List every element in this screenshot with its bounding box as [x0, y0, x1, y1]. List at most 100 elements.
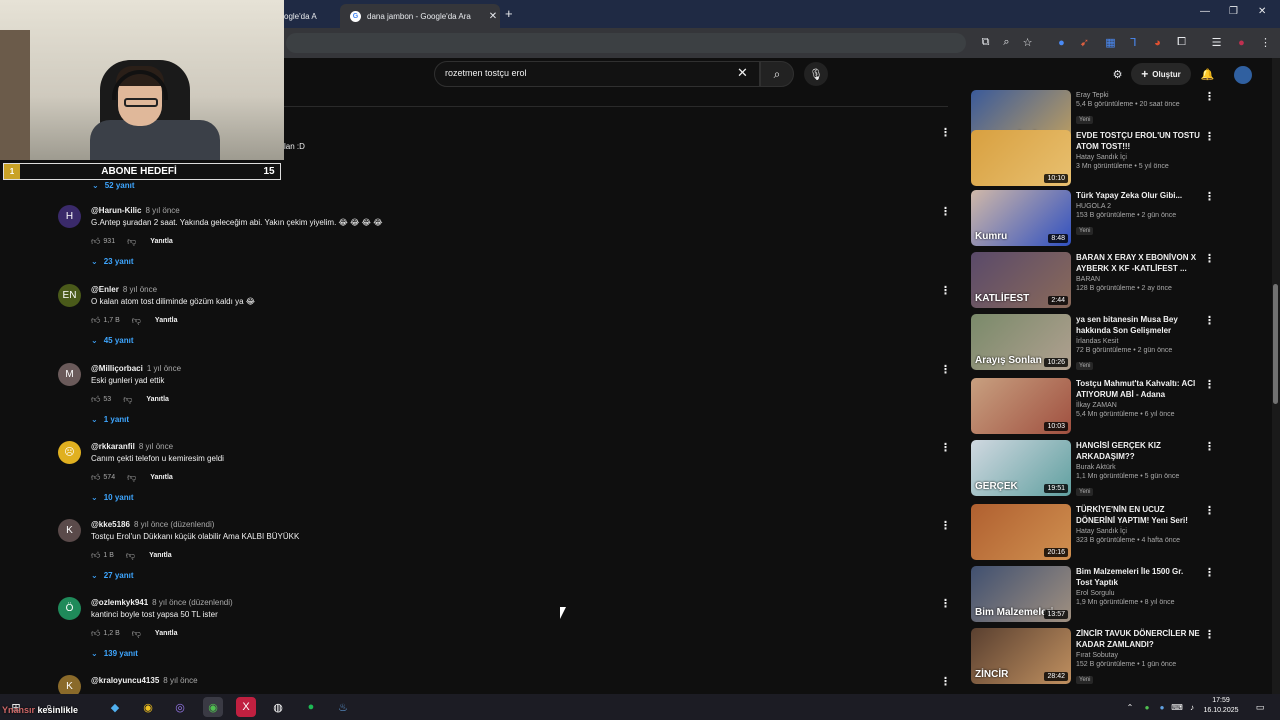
- replies-toggle[interactable]: ⌄ 139 yanıt: [91, 649, 138, 658]
- comment-time[interactable]: 8 yıl önce (düzenlendi): [134, 520, 215, 529]
- dislike-icon[interactable]: 👎︎: [123, 394, 132, 405]
- comment-menu-icon[interactable]: ⋮: [940, 284, 951, 297]
- comment-author[interactable]: @kke5186: [91, 520, 130, 529]
- comment-author[interactable]: @ozlemkyk941: [91, 598, 148, 607]
- channel-name[interactable]: Erol Sorgulu: [1076, 590, 1200, 597]
- comment-time[interactable]: 8 yıl önce (düzenlendi): [152, 598, 233, 607]
- comment-avatar[interactable]: ☹: [58, 441, 81, 464]
- related-video[interactable]: 10:03 Tostçu Mahmut'ta Kahvaltı: ACI ATIY…: [970, 378, 1220, 436]
- browser-tab-dana-jambon[interactable]: G dana jambon - Google'da Ara ✕: [340, 4, 500, 28]
- comment-author[interactable]: @Enler: [91, 285, 119, 294]
- video-title[interactable]: Türk Yapay Zeka Olur Gibi...: [1076, 190, 1200, 201]
- channel-name[interactable]: Eray Tepki: [1076, 92, 1200, 99]
- video-thumbnail[interactable]: Bim Malzemeleri 13:57: [971, 566, 1071, 622]
- like-icon[interactable]: 👍︎: [91, 472, 100, 483]
- new-tab-button[interactable]: +: [505, 6, 513, 21]
- video-thumbnail[interactable]: Arayış Sonlan 10:26: [971, 314, 1071, 370]
- video-title[interactable]: Tostçu Mahmut'ta Kahvaltı: ACI ATIYORUM …: [1076, 378, 1200, 400]
- related-video[interactable]: 10:10 EVDE TOSTÇU EROL'UN TOSTU ATOM TOST…: [970, 130, 1220, 188]
- reply-button[interactable]: Yanıtla: [155, 317, 178, 324]
- comment-author[interactable]: @Milliçorbaci: [91, 364, 143, 373]
- window-close-icon[interactable]: ✕: [1258, 6, 1266, 17]
- related-video[interactable]: KATLİFEST 2:44 BARAN X ERAY X EBONİVON X A…: [970, 252, 1220, 310]
- copilot-icon[interactable]: ◆: [105, 697, 125, 717]
- comment-menu-icon[interactable]: ⋮: [940, 205, 951, 218]
- related-video[interactable]: Kumru 8:48 Türk Yapay Zeka Olur Gibi... HUG…: [970, 190, 1220, 248]
- video-menu-icon[interactable]: ⋮: [1204, 378, 1215, 391]
- comment-menu-icon[interactable]: ⋮: [940, 441, 951, 454]
- video-thumbnail[interactable]: KATLİFEST 2:44: [971, 252, 1071, 308]
- reply-button[interactable]: Yanıtla: [149, 552, 172, 559]
- video-menu-icon[interactable]: ⋮: [1204, 628, 1215, 641]
- video-title[interactable]: ya sen bitanesin Musa Bey hakkında Son G…: [1076, 314, 1200, 336]
- video-thumbnail[interactable]: 20:16: [971, 504, 1071, 560]
- comment-avatar[interactable]: M: [58, 363, 81, 386]
- extension-icon[interactable]: ●: [1054, 35, 1069, 50]
- bookmark-star-icon[interactable]: ☆: [1020, 35, 1035, 50]
- video-thumbnail[interactable]: 10:03: [971, 378, 1071, 434]
- profile-avatar[interactable]: ●: [1234, 35, 1249, 50]
- notifications-bell-icon[interactable]: 🔔: [1200, 67, 1215, 82]
- related-video[interactable]: GERÇEK 19:51 HANGİSİ GERÇEK KIZ ARKADAŞIM?…: [970, 440, 1220, 498]
- comment-time[interactable]: 1 yıl önce: [147, 364, 181, 373]
- comment-menu-icon[interactable]: ⋮: [940, 363, 951, 376]
- replies-toggle[interactable]: ⌄ 27 yanıt: [91, 571, 134, 580]
- clear-search-icon[interactable]: ✕: [737, 65, 748, 81]
- translate-icon[interactable]: Ꞁ: [1126, 35, 1141, 50]
- restore-icon[interactable]: ❐: [1229, 6, 1238, 17]
- comment-time[interactable]: 8 yıl önce: [163, 676, 197, 685]
- replies-toggle[interactable]: ⌄ 52 yanıt: [92, 181, 135, 190]
- taskbar-clock[interactable]: 17:59 16.10.2025: [1196, 696, 1246, 716]
- scrollbar-thumb[interactable]: [1273, 284, 1278, 404]
- cast-icon[interactable]: ⚙: [1110, 67, 1125, 82]
- channel-name[interactable]: HUGOLA 2: [1076, 203, 1200, 210]
- reply-button[interactable]: Yanıtla: [150, 238, 173, 245]
- extension-icon[interactable]: ◕: [1150, 35, 1165, 50]
- extension-icon[interactable]: ➹: [1077, 35, 1092, 50]
- comment-avatar[interactable]: K: [58, 519, 81, 542]
- browser-menu-icon[interactable]: ⋮: [1258, 35, 1273, 50]
- extensions-puzzle-icon[interactable]: ⧠: [1174, 35, 1189, 50]
- like-icon[interactable]: 👍︎: [91, 550, 100, 561]
- tab-close-icon[interactable]: ✕: [486, 11, 500, 22]
- video-thumbnail[interactable]: GERÇEK 19:51: [971, 440, 1071, 496]
- video-thumbnail[interactable]: 10:10: [971, 130, 1071, 186]
- video-menu-icon[interactable]: ⋮: [1204, 440, 1215, 453]
- notification-center-icon[interactable]: ▭: [1250, 697, 1270, 717]
- chrome-active-icon[interactable]: ◉: [203, 697, 223, 717]
- video-title[interactable]: ZİNCİR TAVUK DÖNERCİLER NE KADAR ZAMLAND…: [1076, 628, 1200, 650]
- search-input[interactable]: rozetmen tostçu erol: [434, 61, 760, 87]
- comment-menu-icon[interactable]: ⋮: [940, 597, 951, 610]
- comment-time[interactable]: 8 yıl önce: [139, 442, 173, 451]
- create-button[interactable]: + Oluştur: [1131, 63, 1191, 85]
- channel-name[interactable]: İrlandas Kesit: [1076, 338, 1200, 345]
- video-menu-icon[interactable]: ⋮: [1204, 90, 1215, 103]
- dislike-icon[interactable]: 👎︎: [126, 550, 135, 561]
- video-title[interactable]: Bim Malzemeleri İle 1500 Gr. Tost Yaptık: [1076, 566, 1200, 588]
- comment-time[interactable]: 8 yıl önce: [145, 206, 179, 215]
- channel-name[interactable]: Hatay Sandık İçi: [1076, 154, 1200, 161]
- account-avatar[interactable]: [1234, 66, 1252, 84]
- video-menu-icon[interactable]: ⋮: [1204, 252, 1215, 265]
- comment-avatar[interactable]: EN: [58, 284, 81, 307]
- video-title[interactable]: EVDE TOSTÇU EROL'UN TOSTU ATOM TOST!!!: [1076, 130, 1200, 152]
- channel-name[interactable]: Hatay Sandık İçi: [1076, 528, 1200, 535]
- video-menu-icon[interactable]: ⋮: [1204, 566, 1215, 579]
- channel-name[interactable]: İlkay ZAMAN: [1076, 402, 1200, 409]
- dislike-icon[interactable]: 👎︎: [127, 472, 136, 483]
- extension-icon[interactable]: ▦: [1103, 35, 1118, 50]
- like-icon[interactable]: 👍︎: [91, 394, 100, 405]
- like-icon[interactable]: 👍︎: [91, 628, 100, 639]
- cast-icon[interactable]: ⧉: [978, 35, 993, 50]
- comment-author[interactable]: @kraloyuncu4135: [91, 676, 159, 685]
- replies-toggle[interactable]: ⌄ 10 yanıt: [91, 493, 134, 502]
- video-thumbnail[interactable]: ZİNCİR 28:42: [971, 628, 1071, 684]
- voice-search-button[interactable]: 🎙: [804, 62, 828, 86]
- minimize-icon[interactable]: —: [1200, 6, 1210, 17]
- related-video[interactable]: Arayış Sonlan 10:26 ya sen bitanesin Musa …: [970, 314, 1220, 372]
- reading-list-icon[interactable]: ☰: [1209, 35, 1224, 50]
- replies-toggle[interactable]: ⌄ 1 yanıt: [91, 415, 129, 424]
- dislike-icon[interactable]: 👎︎: [127, 236, 136, 247]
- comment-author[interactable]: @rkkaranfil: [91, 442, 135, 451]
- comment-author[interactable]: @Harun-Kilic: [91, 206, 141, 215]
